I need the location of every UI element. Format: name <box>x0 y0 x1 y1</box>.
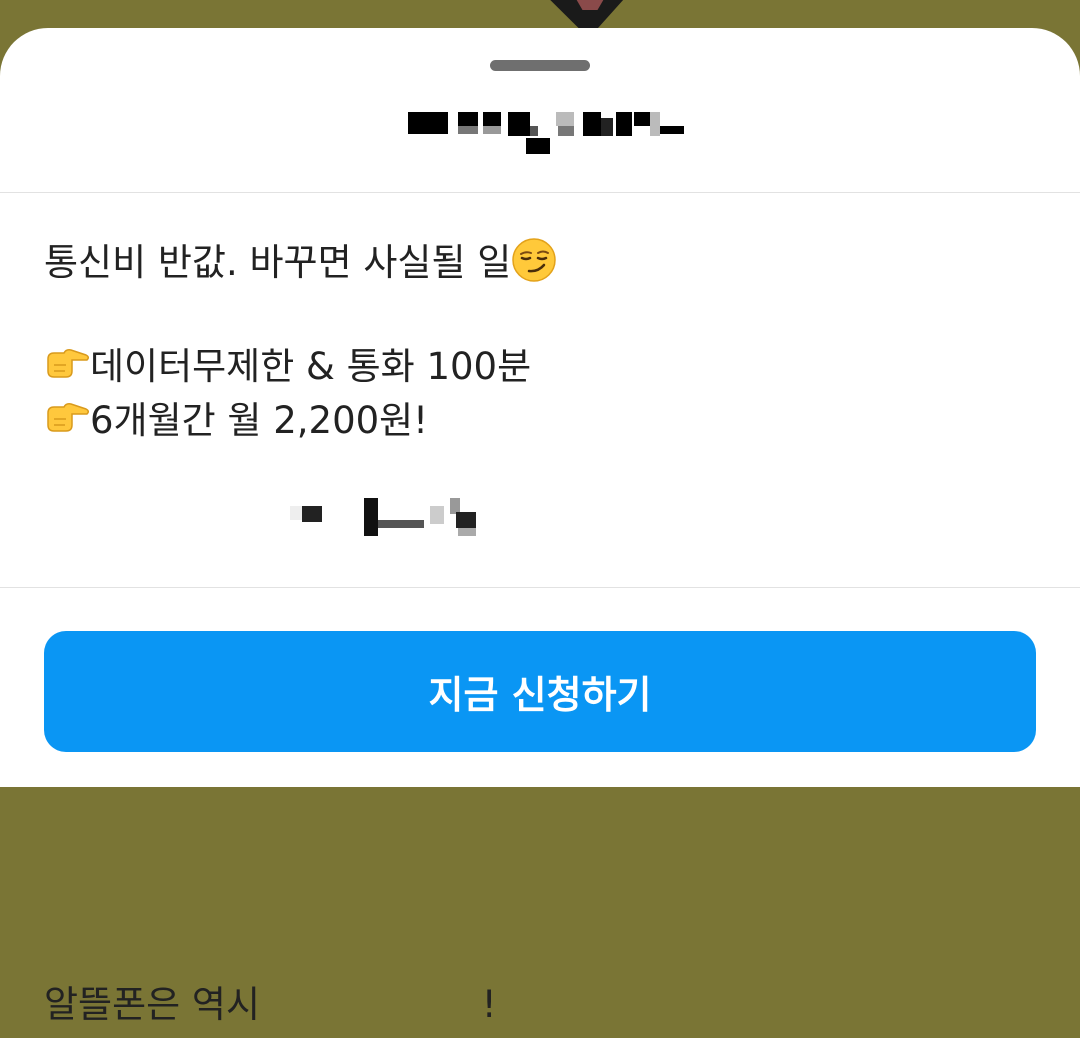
smirking-face-emoji-icon <box>512 238 557 282</box>
footer-divider <box>0 587 1080 588</box>
sender-name-redacted <box>408 112 688 156</box>
message-line-4: 알뜰폰은 역시 ! <box>44 498 1044 1032</box>
message-line-3: 6개월간 월 2,200원! <box>44 394 1044 448</box>
apply-now-button[interactable]: 지금 신청하기 <box>44 631 1036 752</box>
header-divider <box>0 192 1080 193</box>
bottom-sheet: 통신비 반값. 바꾸면 사실될 일 데이터무제한 & 통화 100분 6개월간 … <box>0 28 1080 1026</box>
message-line-2: 데이터무제한 & 통화 100분 <box>44 340 1044 394</box>
drag-handle[interactable] <box>490 60 590 71</box>
pointing-right-emoji-icon <box>47 403 90 432</box>
pointing-right-emoji-icon <box>47 349 90 378</box>
brand-name-redacted <box>272 498 482 538</box>
message-line-1: 통신비 반값. 바꾸면 사실될 일 <box>44 236 1044 290</box>
